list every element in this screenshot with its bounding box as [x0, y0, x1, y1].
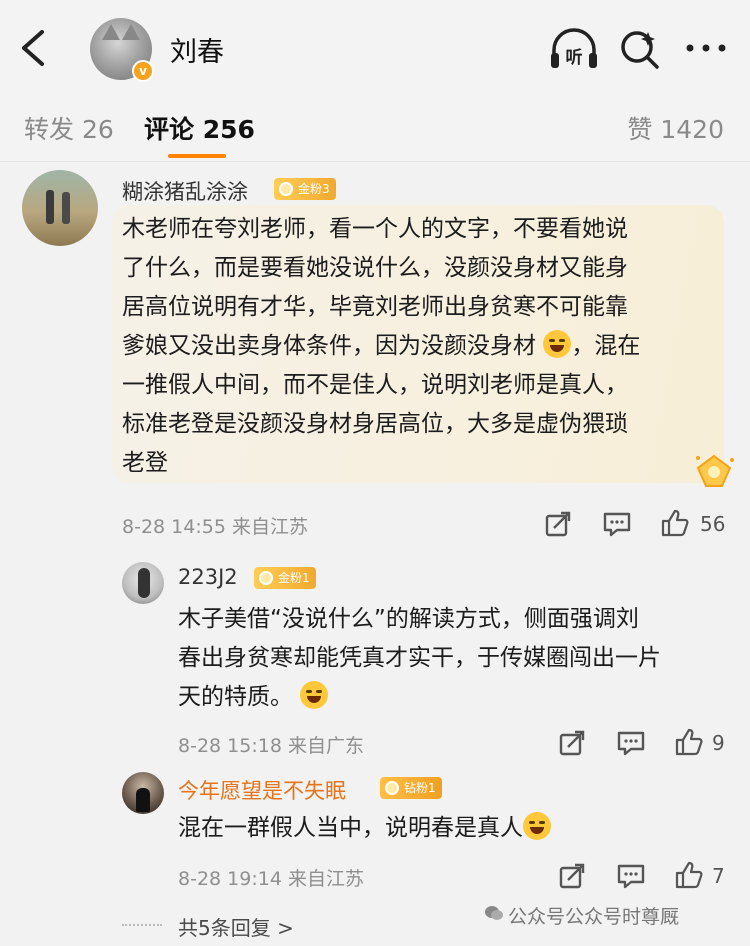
reply-name[interactable]: 223J2 — [178, 565, 238, 589]
page-title[interactable]: 刘春 — [170, 30, 224, 69]
share-icon[interactable] — [544, 510, 572, 538]
share-icon[interactable] — [558, 862, 586, 890]
comment-text: 木老师在夸刘老师，看一个人的文字，不要看她说 了什么，而是要看她没说什么，没颜没… — [122, 216, 641, 476]
listen-icon[interactable]: 听 — [548, 26, 600, 72]
tab-comments[interactable]: 评论 256 — [144, 110, 255, 146]
like-count: 56 — [700, 512, 726, 536]
more-replies-divider — [122, 924, 162, 926]
fan-badge-label: 钻粉1 — [404, 781, 436, 795]
watermark-text: 公众号公众号时尊厩 — [508, 906, 680, 928]
fan-badge: 金粉1 — [254, 567, 316, 589]
more-icon[interactable] — [682, 28, 730, 68]
reply-text: 混在一群假人当中，说明春是真人 — [178, 809, 728, 848]
back-arrow-icon[interactable] — [16, 28, 50, 68]
tab-bar: 转发 26 评论 256 赞 1420 — [0, 96, 750, 162]
commenter-avatar[interactable] — [22, 170, 98, 246]
grin-emoji-icon — [523, 812, 551, 840]
search-icon[interactable] — [618, 28, 662, 72]
like-icon[interactable] — [674, 860, 704, 890]
tab-repost[interactable]: 转发 26 — [24, 110, 114, 146]
reply-meta: 8-28 15:18 来自广东 — [178, 735, 364, 757]
watermark: 公众号公众号时尊厩 — [485, 902, 680, 929]
diamond-fan-badge: 钻粉1 — [380, 777, 442, 799]
tab-likes[interactable]: 赞 1420 — [627, 110, 724, 146]
reply-name[interactable]: 今年愿望是不失眠 — [178, 775, 346, 805]
reply-avatar[interactable] — [122, 562, 164, 604]
like-icon[interactable] — [660, 508, 690, 538]
reply-icon[interactable] — [602, 510, 632, 538]
listen-label: 听 — [566, 47, 583, 68]
grin-emoji-icon — [300, 681, 329, 709]
laugh-cry-emoji-icon — [543, 330, 572, 358]
comment-meta: 8-28 14:55 来自江苏 — [122, 516, 308, 538]
active-tab-indicator — [168, 154, 226, 158]
reply-meta: 8-28 19:14 来自江苏 — [178, 868, 364, 890]
reply-icon[interactable] — [616, 729, 646, 757]
fan-badge-label: 金粉1 — [278, 571, 310, 585]
wechat-icon — [485, 906, 503, 920]
commenter-name[interactable]: 糊涂猪乱涂涂 — [122, 176, 248, 206]
reply-icon[interactable] — [616, 862, 646, 890]
verified-badge: v — [132, 60, 154, 82]
more-replies-link[interactable]: 共5条回复 > — [178, 912, 294, 941]
reply-text: 木子美借“没说什么”的解读方式，侧面强调刘 春出身贫寒却能凭真才实干，于传媒圈闯… — [178, 606, 661, 710]
like-count: 9 — [712, 731, 725, 755]
top-bar: v 刘春 听 — [0, 0, 750, 96]
fan-badge-label: 金粉3 — [298, 182, 330, 196]
like-count: 7 — [712, 864, 725, 888]
reply-avatar[interactable] — [122, 772, 164, 814]
like-icon[interactable] — [674, 727, 704, 757]
share-icon[interactable] — [558, 729, 586, 757]
fan-badge: 金粉3 — [274, 178, 336, 200]
